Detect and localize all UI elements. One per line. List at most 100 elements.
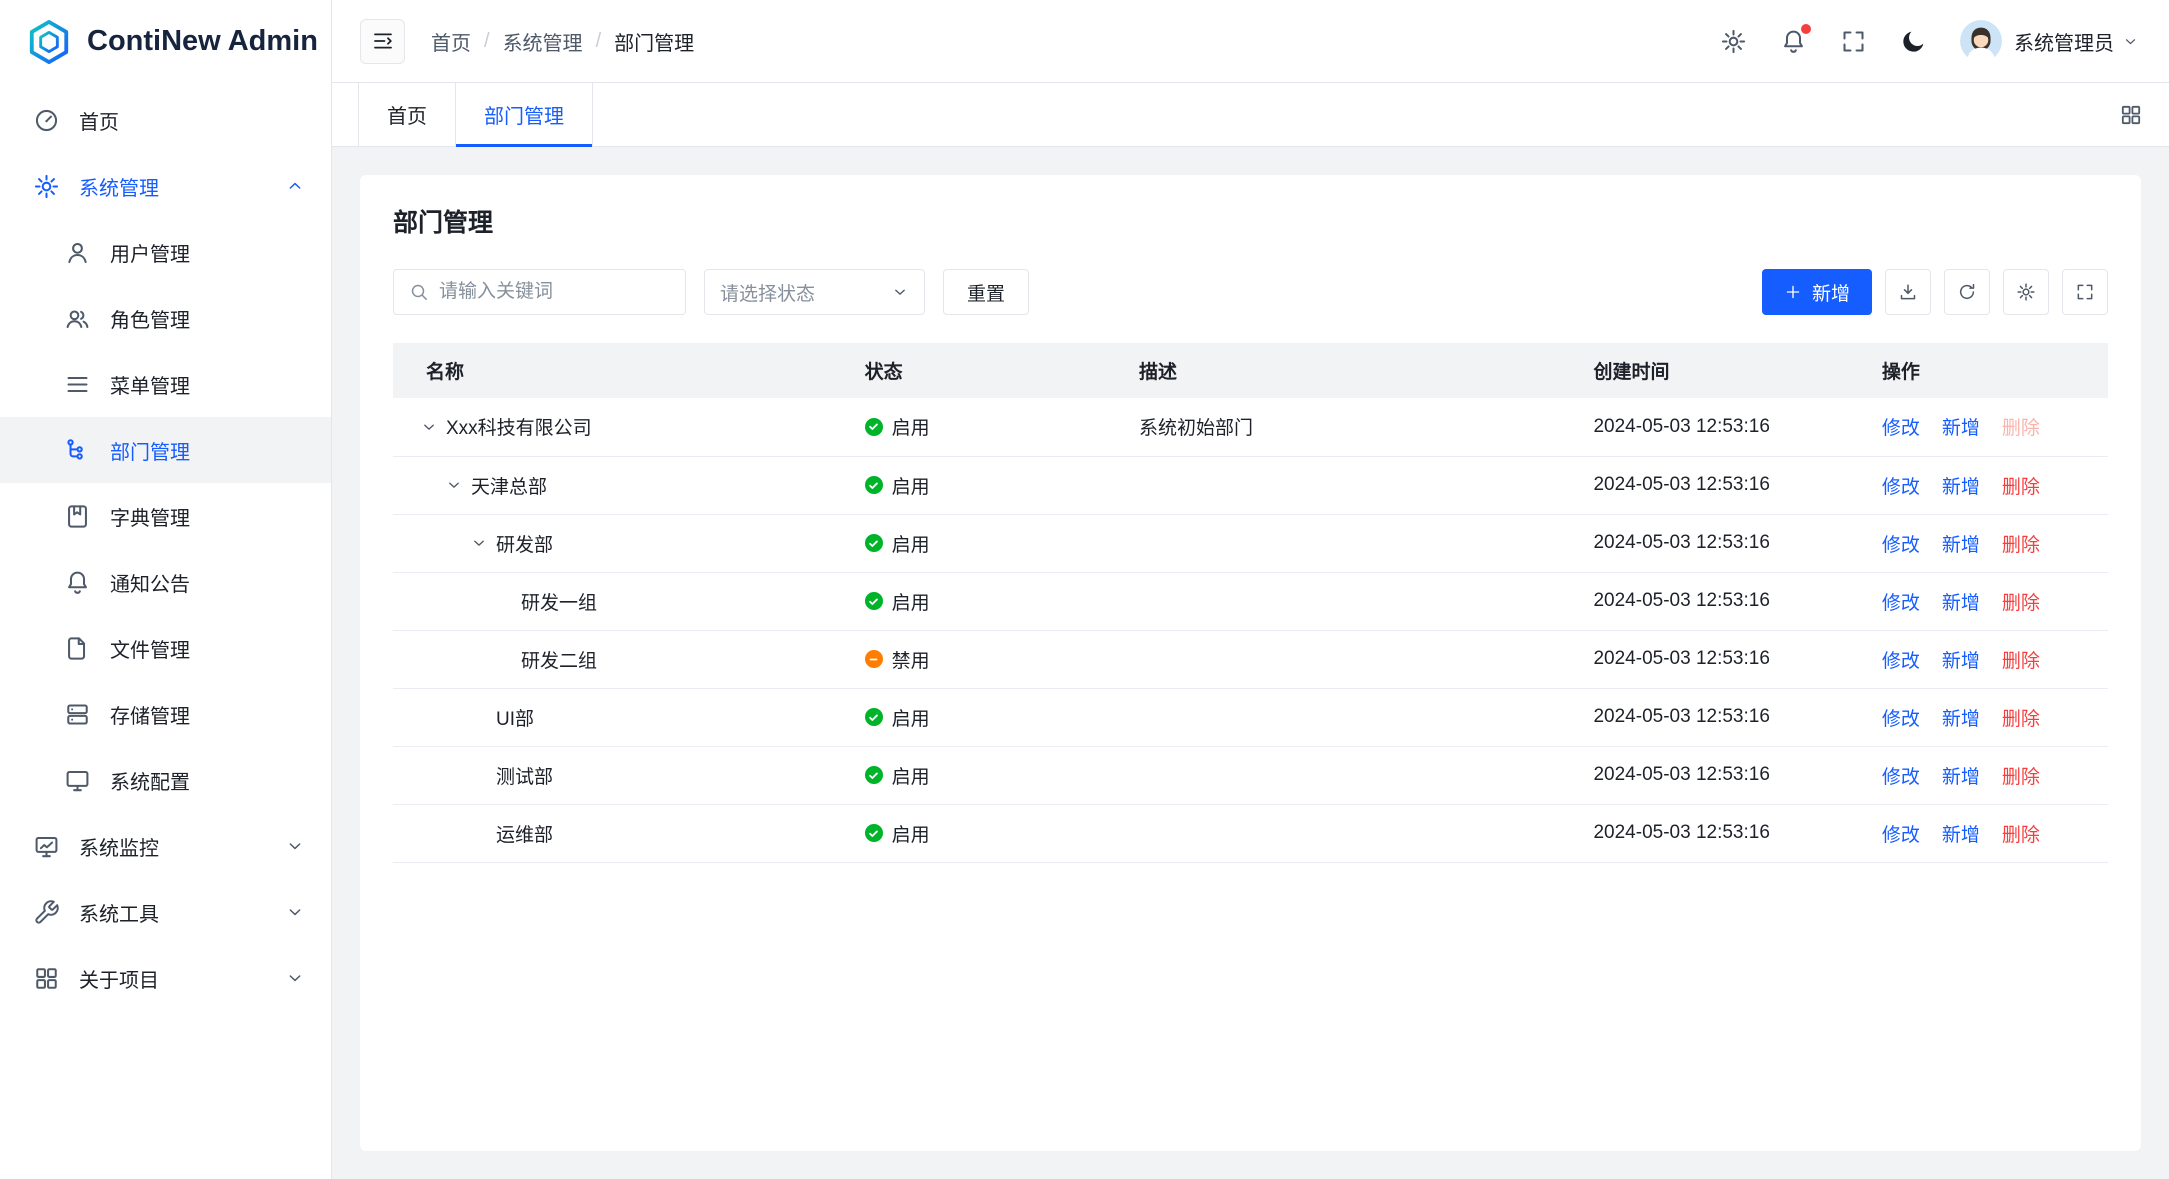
department-name: 天津总部 (471, 472, 547, 499)
notifications-button[interactable] (1780, 28, 1807, 55)
add-child-link[interactable]: 新增 (1942, 530, 1980, 557)
sidebar-subitem[interactable]: 存储管理 (0, 681, 331, 747)
sidebar-item[interactable]: 系统监控 (0, 813, 331, 879)
settings-button[interactable] (1720, 28, 1747, 55)
row-actions: 修改新增删除 (1882, 588, 2108, 615)
table-fullscreen-button[interactable] (2062, 269, 2108, 315)
sidebar-item[interactable]: 首页 (0, 87, 331, 153)
tool-icon (33, 899, 60, 926)
add-button[interactable]: 新增 (1762, 269, 1872, 315)
column-settings-button[interactable] (2003, 269, 2049, 315)
edit-link[interactable]: 修改 (1882, 646, 1920, 673)
avatar[interactable] (1960, 20, 2002, 62)
user-menu[interactable]: 系统管理员 (2014, 27, 2139, 56)
breadcrumb-item[interactable]: 首页 (431, 27, 471, 56)
sidebar-subitem[interactable]: 系统配置 (0, 747, 331, 813)
edit-link[interactable]: 修改 (1882, 704, 1920, 731)
page-title: 部门管理 (393, 203, 2108, 239)
plus-icon (1784, 283, 1802, 301)
sidebar-item[interactable]: 关于项目 (0, 945, 331, 1011)
created-time: 2024-05-03 12:53:16 (1593, 416, 1769, 437)
grid-icon (33, 965, 60, 992)
toolbar-left: 请选择状态 重置 (393, 269, 1029, 315)
sidebar-item[interactable]: 系统管理 (0, 153, 331, 219)
page-content: 部门管理 请选择状态 重置 (332, 147, 2169, 1179)
sidebar-subitem[interactable]: 部门管理 (0, 417, 331, 483)
add-child-link[interactable]: 新增 (1942, 472, 1980, 499)
add-child-link[interactable]: 新增 (1942, 704, 1980, 731)
sidebar-subitem[interactable]: 角色管理 (0, 285, 331, 351)
delete-link[interactable]: 删除 (2002, 704, 2040, 731)
add-child-link[interactable]: 新增 (1942, 762, 1980, 789)
status-select[interactable]: 请选择状态 (704, 269, 925, 315)
status-badge: 启用 (865, 472, 1139, 499)
status-label: 禁用 (892, 646, 930, 673)
tab-list-grid-icon[interactable] (2119, 103, 2143, 127)
edit-link[interactable]: 修改 (1882, 530, 1920, 557)
tab[interactable]: 部门管理 (456, 83, 593, 146)
chevron-down-icon (285, 968, 305, 988)
dark-mode-button[interactable] (1900, 28, 1927, 55)
status-badge: 启用 (865, 762, 1139, 789)
status-label: 启用 (892, 820, 930, 847)
column-header: 创建时间 (1593, 343, 1867, 398)
delete-link[interactable]: 删除 (2002, 646, 2040, 673)
edit-link[interactable]: 修改 (1882, 762, 1920, 789)
book-icon (64, 503, 91, 530)
breadcrumb-separator: / (484, 30, 490, 53)
topbar-right: 系统管理员 (1687, 20, 2139, 62)
sidebar-item-label: 字典管理 (110, 502, 190, 531)
sidebar-subitem[interactable]: 菜单管理 (0, 351, 331, 417)
column-header: 名称 (393, 343, 865, 398)
delete-link[interactable]: 删除 (2002, 820, 2040, 847)
table-row: UI部启用2024-05-03 12:53:16修改新增删除 (393, 688, 2108, 746)
tab[interactable]: 首页 (358, 83, 456, 146)
created-time: 2024-05-03 12:53:16 (1593, 532, 1769, 553)
delete-link[interactable]: 删除 (2002, 762, 2040, 789)
sidebar-item-label: 关于项目 (79, 964, 159, 993)
edit-link[interactable]: 修改 (1882, 820, 1920, 847)
add-child-link[interactable]: 新增 (1942, 588, 1980, 615)
breadcrumb-item[interactable]: 系统管理 (503, 27, 583, 56)
row-actions: 修改新增删除 (1882, 820, 2108, 847)
status-enabled-icon (865, 824, 883, 842)
delete-link: 删除 (2002, 413, 2040, 440)
status-label: 启用 (892, 472, 930, 499)
sidebar-item-label: 首页 (79, 106, 119, 135)
edit-link[interactable]: 修改 (1882, 588, 1920, 615)
status-badge: 禁用 (865, 646, 1139, 673)
add-child-link[interactable]: 新增 (1942, 820, 1980, 847)
row-actions: 修改新增删除 (1882, 413, 2108, 440)
delete-link[interactable]: 删除 (2002, 530, 2040, 557)
expand-toggle-icon[interactable] (470, 534, 488, 552)
search-input[interactable] (439, 281, 670, 303)
edit-link[interactable]: 修改 (1882, 413, 1920, 440)
add-child-link[interactable]: 新增 (1942, 413, 1980, 440)
chevron-down-icon (285, 836, 305, 856)
expand-toggle-icon[interactable] (445, 476, 463, 494)
sidebar-item[interactable]: 系统工具 (0, 879, 331, 945)
fullscreen-button[interactable] (1840, 28, 1867, 55)
delete-link[interactable]: 删除 (2002, 588, 2040, 615)
add-child-link[interactable]: 新增 (1942, 646, 1980, 673)
logo: ContiNew Admin (0, 0, 331, 83)
sidebar-subitem[interactable]: 字典管理 (0, 483, 331, 549)
export-download-button[interactable] (1885, 269, 1931, 315)
table-row: 测试部启用2024-05-03 12:53:16修改新增删除 (393, 746, 2108, 804)
status-enabled-icon (865, 766, 883, 784)
fullscreen-icon (1840, 28, 1867, 55)
storage-icon (64, 701, 91, 728)
reset-button[interactable]: 重置 (943, 269, 1029, 315)
moon-icon (1900, 28, 1927, 55)
expand-toggle-icon[interactable] (420, 418, 438, 436)
sidebar-item-label: 系统工具 (79, 898, 159, 927)
sidebar-subitem[interactable]: 通知公告 (0, 549, 331, 615)
edit-link[interactable]: 修改 (1882, 472, 1920, 499)
status-badge: 启用 (865, 530, 1139, 557)
toolbar: 请选择状态 重置 新增 (393, 269, 2108, 315)
sidebar-collapse-button[interactable] (360, 19, 405, 64)
sidebar-subitem[interactable]: 文件管理 (0, 615, 331, 681)
sidebar-subitem[interactable]: 用户管理 (0, 219, 331, 285)
refresh-button[interactable] (1944, 269, 1990, 315)
delete-link[interactable]: 删除 (2002, 472, 2040, 499)
